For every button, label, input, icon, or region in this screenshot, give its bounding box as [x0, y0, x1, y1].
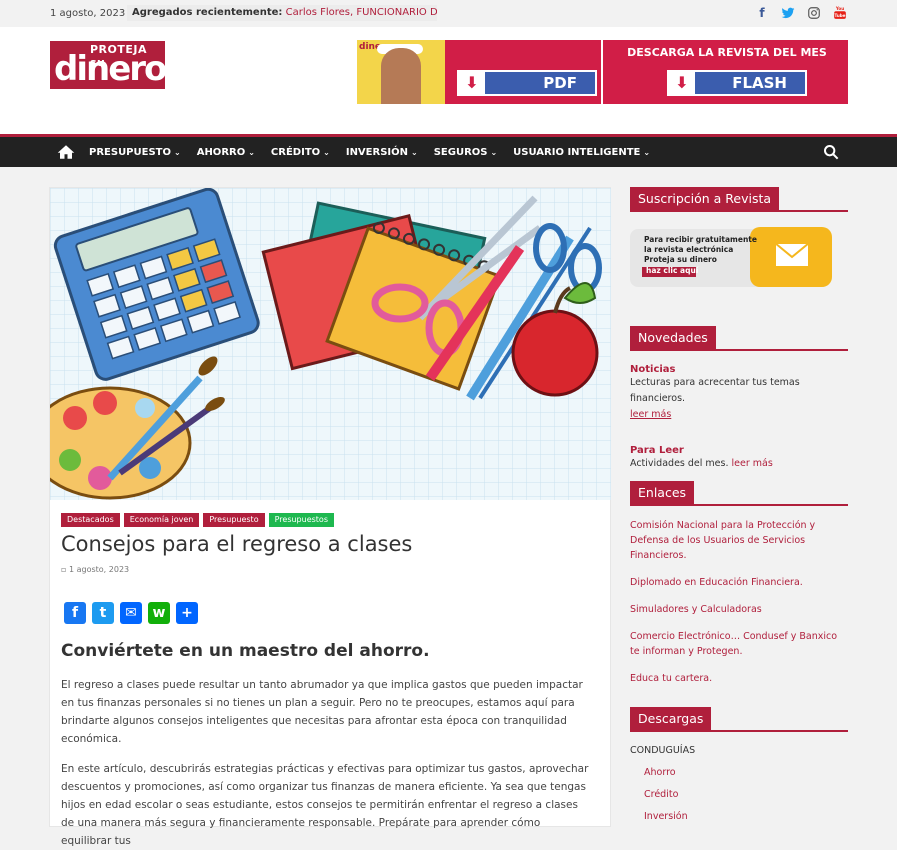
article-hero-image[interactable]: [50, 188, 611, 500]
facebook-icon[interactable]: f: [755, 6, 769, 20]
twitter-icon[interactable]: [781, 6, 795, 20]
top-bar: 1 agosto, 2023 Agregados recientemente: …: [0, 0, 897, 27]
chevron-down-icon: ⌄: [411, 147, 418, 157]
subscription-text-3: Proteja su dinero: [644, 255, 717, 264]
article-card: Destacados Economía joven Presupuesto Pr…: [49, 187, 611, 847]
widget-divider: [630, 210, 848, 212]
widget-descargas: Descargas CONDUGUÍAS Ahorro Crédito Inve…: [630, 707, 848, 828]
enlace-diplomado[interactable]: Diplomado en Educación Financiera.: [630, 575, 848, 590]
nav-item-ahorro[interactable]: AHORRO ⌄: [197, 147, 255, 158]
pdf-label: PDF: [543, 74, 577, 92]
download-arrow-icon: ⬇: [669, 72, 695, 94]
share-twitter-icon[interactable]: t: [92, 602, 114, 624]
youtube-icon[interactable]: You Tube: [833, 6, 847, 20]
chevron-down-icon: ⌄: [490, 147, 498, 157]
post-paragraph-1: El regreso a clases puede resultar un ta…: [61, 679, 583, 745]
main-nav: PRESUPUESTO ⌄ AHORRO ⌄ CRÉDITO ⌄ INVERSIÓN ⌄…: [0, 134, 897, 167]
search-icon[interactable]: [823, 144, 839, 160]
share-more-icon[interactable]: +: [176, 602, 198, 624]
widget-divider: [630, 730, 848, 732]
subscription-card[interactable]: Para recibir gratuitamente la revista el…: [630, 227, 832, 289]
recent-ticker[interactable]: Agregados recientemente: Carlos Flores, …: [127, 5, 437, 21]
post-subheading: Conviértete en un maestro del ahorro.: [61, 641, 430, 661]
download-arrow-icon: ⬇: [459, 72, 485, 94]
nav-item-presupuesto[interactable]: PRESUPUESTO ⌄: [89, 147, 181, 158]
svg-text:Tube: Tube: [835, 13, 846, 18]
noticias-read-more-link[interactable]: leer más: [630, 409, 671, 420]
chevron-down-icon: ⌄: [643, 147, 651, 157]
descargas-list: CONDUGUÍAS Ahorro Crédito Inversión: [630, 740, 848, 828]
novedades-item-noticias[interactable]: Noticias: [630, 364, 848, 375]
recent-label: Agregados recientemente:: [132, 7, 283, 18]
widget-divider: [630, 349, 848, 351]
banner-divider: [601, 40, 603, 104]
enlace-educa-tu-cartera[interactable]: Educa tu cartera.: [630, 671, 848, 686]
widget-title-novedades: Novedades: [630, 326, 716, 349]
recent-value[interactable]: Carlos Flores, FUNCIONARIO DE LA: [286, 7, 437, 18]
flash-label: FLASH: [732, 74, 787, 92]
novedades-item-para-leer[interactable]: Para Leer: [630, 445, 848, 456]
widget-title-enlaces: Enlaces: [630, 481, 695, 504]
logo-main-text: dinero: [54, 49, 167, 89]
descargas-item-ahorro[interactable]: Ahorro: [630, 762, 848, 784]
novedades-para-leer-text: Actividades del mes. leer más: [630, 458, 773, 469]
enlace-simuladores[interactable]: Simuladores y Calculadoras: [630, 602, 848, 617]
site-logo[interactable]: PROTEJA su dinero: [50, 41, 167, 89]
widget-subscription: Suscripción a Revista Para recibir gratu…: [630, 187, 848, 287]
post-date-text[interactable]: 1 agosto, 2023: [69, 565, 129, 574]
nav-item-seguros[interactable]: SEGUROS ⌄: [434, 147, 497, 158]
chevron-down-icon: ⌄: [174, 147, 181, 157]
chevron-down-icon: ⌄: [323, 147, 330, 157]
magazine-cover: dinero: [357, 40, 445, 104]
top-date: 1 agosto, 2023: [50, 8, 126, 19]
widget-enlaces: Enlaces Comisión Nacional para la Protec…: [630, 481, 848, 698]
tag-destacados[interactable]: Destacados: [61, 513, 120, 527]
widget-title-subscription: Suscripción a Revista: [630, 187, 780, 210]
enlace-condusef[interactable]: Comisión Nacional para la Protección y D…: [630, 518, 848, 563]
widget-title-descargas: Descargas: [630, 707, 712, 730]
subscription-click-button[interactable]: haz clic aquí: [644, 266, 757, 276]
chevron-down-icon: ⌄: [248, 147, 255, 157]
post-tags: Destacados Economía joven Presupuesto Pr…: [61, 513, 334, 527]
nav-item-inversion[interactable]: INVERSIÓN ⌄: [346, 147, 418, 158]
nav-item-usuario-inteligente[interactable]: USUARIO INTELIGENTE ⌄: [513, 147, 650, 158]
descargas-item-inversion[interactable]: Inversión: [630, 806, 848, 828]
social-links: f You Tube: [755, 6, 847, 20]
post-title: Consejos para el regreso a clases: [61, 532, 413, 556]
banner-title: DESCARGA LA REVISTA DEL MES: [627, 46, 827, 59]
descargas-item-conduguias[interactable]: CONDUGUÍAS: [630, 740, 848, 762]
calendar-icon: ▫: [61, 565, 67, 574]
svg-text:You: You: [835, 6, 844, 11]
site-header: PROTEJA su dinero dinero DESCARGA LA REV…: [0, 27, 897, 134]
nav-item-credito[interactable]: CRÉDITO ⌄: [271, 147, 330, 158]
widget-novedades: Novedades Noticias Lecturas para acrecen…: [630, 326, 848, 472]
descargas-item-credito[interactable]: Crédito: [630, 784, 848, 806]
tag-economia-joven[interactable]: Economía joven: [123, 513, 200, 527]
share-email-icon[interactable]: ✉: [120, 602, 142, 624]
magazine-banner[interactable]: dinero DESCARGA LA REVISTA DEL MES ⬇ PDF…: [357, 40, 848, 104]
download-flash-button[interactable]: ⬇ FLASH: [667, 70, 807, 96]
post-paragraph-2: En este artículo, descubrirás estrategia…: [61, 763, 589, 847]
share-buttons: f t ✉ w +: [64, 602, 198, 624]
share-facebook-icon[interactable]: f: [64, 602, 86, 624]
para-leer-read-more-link[interactable]: leer más: [732, 458, 773, 469]
enlace-comercio-electronico[interactable]: Comercio Electrónico… Condusef y Banxico…: [630, 629, 848, 659]
tag-presupuesto[interactable]: Presupuesto: [203, 513, 265, 527]
home-icon[interactable]: [57, 144, 77, 160]
tag-presupuestos[interactable]: Presupuestos: [268, 513, 334, 527]
instagram-icon[interactable]: [807, 6, 821, 20]
download-pdf-button[interactable]: ⬇ PDF: [457, 70, 597, 96]
novedades-noticias-text: Lecturas para acrecentar tus temas finan…: [630, 377, 800, 420]
subscription-text-2: la revista electrónica: [644, 245, 734, 254]
widget-divider: [630, 504, 848, 506]
post-date: ▫ 1 agosto, 2023: [61, 565, 129, 574]
subscription-text-1: Para recibir gratuitamente: [644, 235, 757, 244]
enlaces-list: Comisión Nacional para la Protección y D…: [630, 518, 848, 686]
cover-figure: [381, 48, 421, 104]
share-whatsapp-icon[interactable]: w: [148, 602, 170, 624]
